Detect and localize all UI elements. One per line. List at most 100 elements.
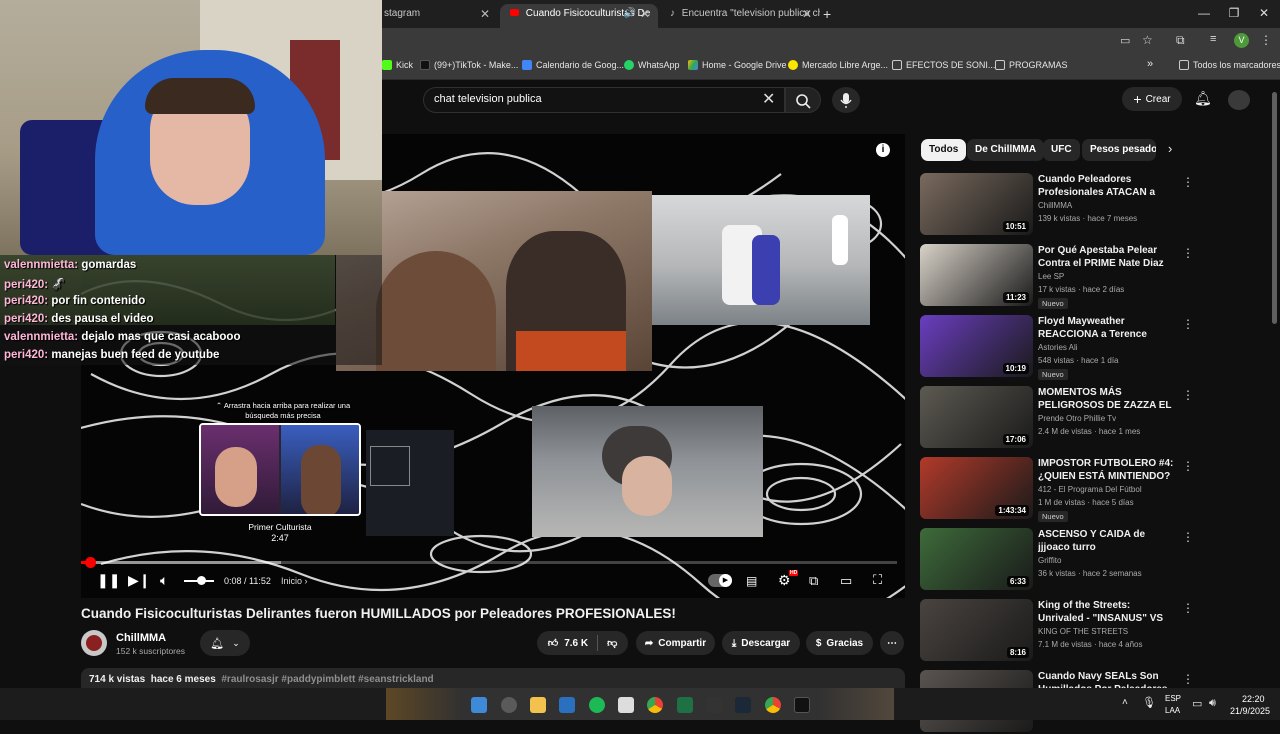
clock-date[interactable]: 21/9/2025	[1230, 706, 1270, 716]
recommended-video[interactable]: 6:33 ASCENSO Y CAIDA de jjjoaco turro Grif…	[920, 528, 1270, 592]
close-icon[interactable]: ✕	[640, 4, 650, 24]
recommended-video[interactable]: 1:43:34 IMPOSTOR FUTBOLERO #4: ¿QUIEN EST…	[920, 457, 1270, 522]
network-icon[interactable]: ▭	[1192, 697, 1202, 710]
channel-name[interactable]: ChillMMA	[116, 632, 166, 644]
tray-chevron-icon[interactable]: ˄	[1122, 697, 1128, 708]
video-title[interactable]: Floyd Mayweather REACCIONA a Terence Cra…	[1038, 315, 1176, 341]
capcut-icon[interactable]	[618, 697, 634, 713]
video-channel[interactable]: Prende Otro Phillie Tv	[1038, 414, 1116, 423]
bookmark-folder-programas[interactable]: PROGRAMAS	[995, 60, 1068, 70]
notifications-bell-icon[interactable]: 🔔︎	[1194, 90, 1212, 107]
more-actions-button[interactable]: ⋯	[880, 631, 904, 655]
all-bookmarks[interactable]: Todos los marcadores	[1179, 60, 1280, 70]
chip-pesos-pesados[interactable]: Pesos pesado	[1082, 139, 1156, 161]
video-channel[interactable]: Lee SP	[1038, 272, 1064, 281]
hashtags[interactable]: #raulrosasjr #paddypimblett #seanstrickl…	[221, 674, 433, 685]
video-thumbnail[interactable]: 1:43:34	[920, 457, 1033, 519]
video-thumbnail[interactable]: 10:51	[920, 173, 1033, 235]
next-button[interactable]: ▶❙	[128, 572, 151, 589]
chapter-button[interactable]: Inicio ›	[281, 576, 308, 586]
download-button[interactable]: ⤓ Descargar	[722, 631, 800, 655]
recommended-video[interactable]: 8:16 King of the Streets: Unrivaled - "IN…	[920, 599, 1270, 663]
miniplayer-button[interactable]: ⧉	[809, 573, 818, 589]
scrollbar[interactable]	[1272, 92, 1277, 324]
video-title[interactable]: ASCENSO Y CAIDA de jjjoaco turro	[1038, 528, 1176, 554]
video-thumbnail[interactable]: 10:19	[920, 315, 1033, 377]
close-icon[interactable]: ✕	[480, 4, 490, 24]
volume-knob[interactable]	[197, 576, 206, 585]
autoplay-toggle[interactable]: ▶	[708, 574, 732, 587]
video-menu-icon[interactable]: ⋮	[1182, 317, 1194, 331]
video-channel[interactable]: KING OF THE STREETS	[1038, 627, 1128, 636]
video-channel[interactable]: 412 - El Programa Del Fútbol	[1038, 485, 1142, 494]
pause-button[interactable]: ❚❚	[97, 572, 120, 589]
minimize-icon[interactable]: —	[1194, 6, 1214, 20]
video-title[interactable]: King of the Streets: Unrivaled - "INSANU…	[1038, 599, 1176, 625]
star-icon[interactable]: ☆	[1142, 33, 1153, 47]
search-taskbar-icon[interactable]	[501, 697, 517, 713]
tiktok-taskbar-icon[interactable]	[794, 697, 810, 713]
profile-avatar[interactable]: V	[1234, 33, 1249, 48]
video-menu-icon[interactable]: ⋮	[1182, 175, 1194, 189]
search-button[interactable]	[785, 87, 821, 113]
like-button[interactable]: 👍︎ 7.6 K	[548, 637, 588, 650]
account-avatar[interactable]	[1228, 90, 1250, 110]
video-thumbnail[interactable]: 6:33	[920, 528, 1033, 590]
spotify-icon[interactable]	[589, 697, 605, 713]
language-top[interactable]: ESP	[1165, 694, 1181, 703]
fullscreen-button[interactable]: ⛶	[873, 572, 882, 588]
cast-icon[interactable]: ▭	[1120, 34, 1130, 47]
bookmark-mercadolibre[interactable]: Mercado Libre Arge...	[788, 60, 888, 70]
subscription-bell-button[interactable]: 🔔︎ ⌄	[200, 630, 250, 656]
chip-ufc[interactable]: UFC	[1043, 139, 1080, 161]
chip-de-chillmma[interactable]: De ChillMMA	[967, 139, 1045, 161]
new-tab-button[interactable]: +	[823, 6, 831, 22]
clear-search-icon[interactable]: ✕	[762, 89, 775, 109]
bookmark-tiktok[interactable]: (99+)TikTok - Make...	[420, 60, 518, 70]
window-close-icon[interactable]: ✕	[1254, 6, 1274, 20]
media-controls-icon[interactable]: ≡	[1210, 33, 1216, 45]
extensions-icon[interactable]: ⧉	[1176, 33, 1185, 48]
chrome-icon[interactable]	[647, 697, 663, 713]
video-menu-icon[interactable]: ⋮	[1182, 388, 1194, 402]
tab-tiktok-search[interactable]: ♪ Encuentra "television publica ch ✕	[660, 4, 820, 28]
video-thumbnail[interactable]: 17:06	[920, 386, 1033, 448]
volume-tray-icon[interactable]: 🔊︎	[1209, 697, 1216, 710]
video-title[interactable]: IMPOSTOR FUTBOLERO #4: ¿QUIEN ESTÁ MINTI…	[1038, 457, 1176, 483]
video-menu-icon[interactable]: ⋮	[1182, 530, 1194, 544]
app-icon[interactable]	[706, 697, 722, 713]
channel-avatar[interactable]	[81, 630, 107, 656]
clock-time[interactable]: 22:20	[1242, 694, 1265, 704]
video-menu-icon[interactable]: ⋮	[1182, 672, 1194, 686]
more-bookmarks-button[interactable]: »	[1147, 58, 1153, 70]
start-menu-icon[interactable]	[471, 697, 487, 713]
video-title[interactable]: MOMENTOS MÁS PELIGROSOS DE ZAZZA EL ITAL…	[1038, 386, 1176, 412]
bookmark-kick[interactable]: Kick	[382, 60, 413, 70]
recommended-video[interactable]: 10:19 Floyd Mayweather REACCIONA a Terenc…	[920, 315, 1270, 380]
video-menu-icon[interactable]: ⋮	[1182, 459, 1194, 473]
mic-tray-icon[interactable]: 🎙︎	[1142, 696, 1156, 709]
subtitles-button[interactable]: ▤	[746, 574, 757, 588]
volume-button[interactable]: 🔈︎	[160, 572, 168, 589]
video-menu-icon[interactable]: ⋮	[1182, 601, 1194, 615]
close-icon[interactable]: ✕	[802, 4, 812, 24]
create-button[interactable]: + Crear	[1122, 87, 1182, 111]
video-channel[interactable]: Astories Ali	[1038, 343, 1078, 352]
video-channel[interactable]: Griffito	[1038, 556, 1061, 565]
video-title[interactable]: Por Qué Apestaba Pelear Contra el PRIME …	[1038, 244, 1176, 270]
steam-icon[interactable]	[735, 697, 751, 713]
recommended-video[interactable]: 11:23 Por Qué Apestaba Pelear Contra el P…	[920, 244, 1270, 309]
thanks-button[interactable]: $ Gracias	[806, 631, 873, 655]
tab-instagram[interactable]: stagram ✕	[374, 4, 498, 28]
video-title[interactable]: Cuando Peleadores Profesionales ATACAN a…	[1038, 173, 1176, 199]
excel-icon[interactable]	[677, 697, 693, 713]
voice-search-button[interactable]	[832, 87, 860, 113]
tab-youtube-video[interactable]: Cuando Fisicoculturistas De 🔊 ✕	[500, 4, 658, 28]
video-channel[interactable]: ChillMMA	[1038, 201, 1072, 210]
share-button[interactable]: ➦ Compartir	[636, 631, 715, 655]
theater-mode-button[interactable]: ▭	[840, 573, 852, 589]
language-bottom[interactable]: LAA	[1165, 706, 1180, 715]
video-thumbnail[interactable]: 8:16	[920, 599, 1033, 661]
progress-scrubber[interactable]	[85, 557, 96, 568]
file-explorer-icon[interactable]	[530, 697, 546, 713]
